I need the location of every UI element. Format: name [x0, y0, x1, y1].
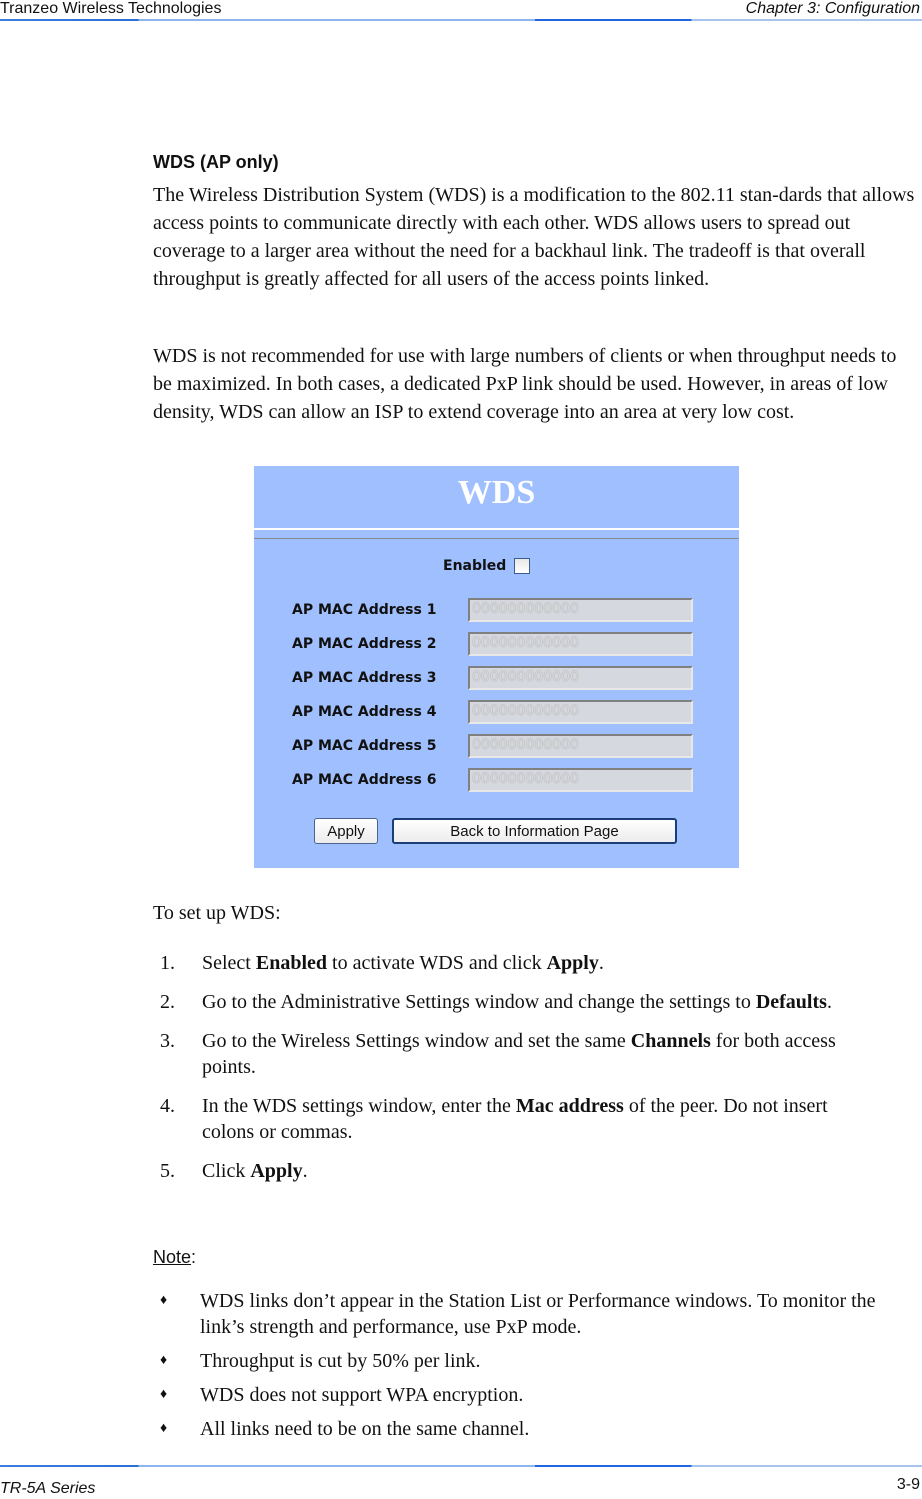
enabled-label: Enabled: [443, 558, 507, 574]
step-text: Click Apply.: [202, 1158, 880, 1184]
note-label: Note: [153, 1247, 192, 1267]
step-text-run: In the WDS settings window, enter the: [202, 1095, 516, 1117]
footer-series: TR-5A Series: [0, 1480, 96, 1497]
step-number: 4.: [160, 1095, 175, 1117]
note-text: WDS does not support WPA encryption.: [200, 1384, 524, 1406]
intro-paragraph: The Wireless Distribution System (WDS) i…: [153, 184, 915, 290]
setup-step: 5. Click Apply.: [160, 1158, 880, 1184]
panel-divider: [254, 538, 739, 539]
note-colon: :: [191, 1247, 197, 1267]
setup-step: 4. In the WDS settings window, enter the …: [160, 1093, 880, 1145]
back-to-information-page-button[interactable]: Back to Information Page: [392, 818, 677, 844]
mac-label-3: AP MAC Address 3: [292, 670, 437, 686]
note-list: ♦ WDS links don’t appear in the Station L…: [160, 1288, 880, 1450]
note-item: ♦ Throughput is cut by 50% per link.: [160, 1348, 880, 1374]
panel-divider: [254, 528, 739, 530]
header-rule: [0, 19, 922, 21]
note-text: WDS links don’t appear in the Station Li…: [200, 1290, 876, 1338]
recommendation-paragraph: WDS is not recommended for use with larg…: [153, 345, 897, 423]
step-emphasis: Apply: [250, 1160, 303, 1182]
mac-row-1: AP MAC Address 1 000000000000: [292, 598, 693, 622]
mac-row-5: AP MAC Address 5 000000000000: [292, 734, 693, 758]
mac-address-2-input[interactable]: 000000000000: [468, 632, 693, 656]
step-emphasis: Defaults: [755, 991, 827, 1013]
step-emphasis: Channels: [630, 1030, 711, 1052]
step-text: Go to the Administrative Settings window…: [202, 989, 880, 1015]
note-item: ♦ WDS links don’t appear in the Station L…: [160, 1288, 880, 1340]
step-number: 5.: [160, 1160, 175, 1182]
mac-label-1: AP MAC Address 1: [292, 602, 437, 618]
setup-step: 3. Go to the Wireless Settings window and…: [160, 1028, 880, 1080]
mac-label-4: AP MAC Address 4: [292, 704, 437, 720]
step-emphasis: Enabled: [255, 952, 328, 974]
step-number: 1.: [160, 952, 175, 974]
diamond-bullet-icon: ♦: [160, 1421, 168, 1436]
step-text-run: .: [598, 952, 604, 974]
wds-panel-title: WDS: [457, 474, 536, 511]
mac-row-3: AP MAC Address 3 000000000000: [292, 666, 693, 690]
mac-label-2: AP MAC Address 2: [292, 636, 437, 652]
footer-rule: [0, 1465, 922, 1467]
diamond-bullet-icon: ♦: [160, 1293, 168, 1308]
diamond-bullet-icon: ♦: [160, 1353, 168, 1368]
enabled-checkbox[interactable]: [514, 558, 531, 574]
step-text: Go to the Wireless Settings window and s…: [202, 1028, 880, 1080]
note-item: ♦ WDS does not support WPA encryption.: [160, 1382, 880, 1408]
step-text-run: Click: [202, 1160, 251, 1182]
step-emphasis: Apply: [546, 952, 599, 974]
mac-address-4-input[interactable]: 000000000000: [468, 700, 693, 724]
header-company: Tranzeo Wireless Technologies: [0, 0, 222, 17]
note-heading: Note:: [153, 1247, 196, 1268]
diamond-bullet-icon: ♦: [160, 1387, 168, 1402]
mac-row-2: AP MAC Address 2 000000000000: [292, 632, 693, 656]
note-text: Throughput is cut by 50% per link.: [200, 1350, 481, 1372]
mac-row-4: AP MAC Address 4 000000000000: [292, 700, 693, 724]
header-chapter: Chapter 3: Configuration: [745, 0, 920, 17]
setup-intro: To set up WDS:: [153, 902, 281, 924]
mac-address-3-input[interactable]: 000000000000: [468, 666, 693, 690]
step-text-run: Go to the Wireless Settings window and s…: [202, 1030, 631, 1052]
mac-row-6: AP MAC Address 6 000000000000: [292, 768, 693, 792]
step-text-run: to activate WDS and click: [327, 952, 547, 974]
mac-address-1-input[interactable]: 000000000000: [468, 598, 693, 622]
step-number: 2.: [160, 991, 175, 1013]
step-text-run: Select: [202, 952, 256, 974]
footer-page-number: 3-9: [896, 1476, 920, 1493]
apply-button[interactable]: Apply: [314, 818, 378, 844]
mac-label-6: AP MAC Address 6: [292, 772, 437, 788]
step-text-run: Go to the Administrative Settings window…: [202, 991, 756, 1013]
mac-address-6-input[interactable]: 000000000000: [468, 768, 693, 792]
note-item: ♦ All links need to be on the same channe…: [160, 1416, 880, 1442]
step-text-run: .: [826, 991, 832, 1013]
wds-settings-screenshot: WDS Enabled AP MAC Address 1 00000000000…: [254, 466, 739, 868]
setup-step: 2. Go to the Administrative Settings wind…: [160, 989, 880, 1015]
section-heading: WDS (AP only): [153, 152, 279, 172]
step-text-run: .: [302, 1160, 308, 1182]
mac-address-5-input[interactable]: 000000000000: [468, 734, 693, 758]
mac-label-5: AP MAC Address 5: [292, 738, 437, 754]
step-number: 3.: [160, 1030, 175, 1052]
enabled-row: Enabled: [443, 558, 531, 574]
note-text: All links need to be on the same channel…: [200, 1418, 530, 1440]
step-emphasis: Mac address: [515, 1095, 624, 1117]
step-text: In the WDS settings window, enter the Ma…: [202, 1093, 880, 1145]
step-text: Select Enabled to activate WDS and click…: [202, 950, 880, 976]
setup-steps: 1. Select Enabled to activate WDS and cli…: [160, 950, 880, 1197]
setup-step: 1. Select Enabled to activate WDS and cli…: [160, 950, 880, 976]
